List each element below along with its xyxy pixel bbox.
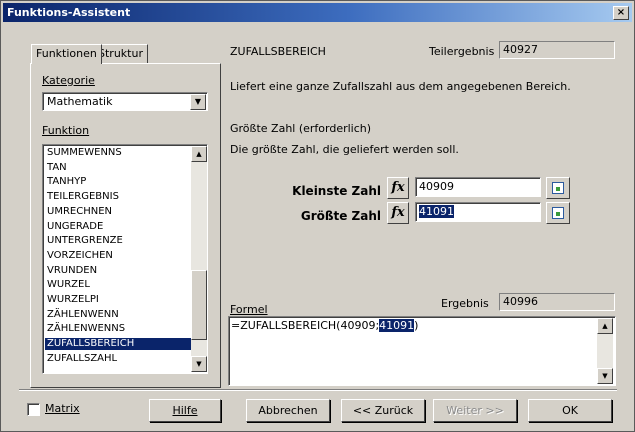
functions-tab-panel: Kategorie Mathematik ▼ Funktion SUMMEWEN…	[30, 63, 221, 388]
list-item[interactable]: WURZEL	[45, 279, 207, 291]
list-item[interactable]: VRUNDEN	[45, 265, 207, 277]
shrink-icon	[552, 182, 564, 194]
list-item[interactable]: UNTERGRENZE	[45, 235, 207, 247]
formula-suffix: )	[414, 319, 419, 332]
function-name: ZUFALLSBEREICH	[230, 45, 326, 58]
function-description: Liefert eine ganze Zufallszahl aus dem a…	[230, 80, 571, 93]
category-dropdown[interactable]: Mathematik ▼	[42, 92, 208, 111]
formula-prefix: =ZUFALLSBEREICH(40909;	[231, 319, 380, 332]
argument-input-max[interactable]: 41091	[415, 202, 541, 222]
partial-result-field: 40927	[499, 41, 615, 59]
scroll-up-icon[interactable]: ▲	[191, 146, 207, 162]
back-button[interactable]: << Zurück	[341, 399, 425, 422]
scroll-down-icon[interactable]: ▼	[597, 368, 613, 384]
list-item[interactable]: SUMMEWENNS	[45, 147, 207, 159]
fx-button-max[interactable]: fx	[387, 202, 409, 224]
formula-text: =ZUFALLSBEREICH(40909;41091)	[231, 319, 418, 332]
argument-label-min: Kleinste Zahl	[292, 184, 381, 198]
list-item[interactable]: VORZEICHEN	[45, 250, 207, 262]
title-bar: Funktions-Assistent ×	[3, 3, 632, 22]
chevron-down-icon[interactable]: ▼	[190, 94, 206, 110]
formula-selected: 41091	[379, 319, 415, 332]
matrix-label: Matrix	[45, 402, 80, 415]
divider	[19, 389, 617, 391]
list-item[interactable]: ZUFALLSZAHL	[45, 353, 207, 365]
argument-input-min[interactable]: 40909	[415, 177, 541, 197]
result-field: 40996	[499, 293, 615, 311]
argument-label-max: Größte Zahl	[300, 209, 381, 223]
category-label: Kategorie	[42, 74, 95, 87]
shrink-button-min[interactable]	[546, 177, 570, 199]
result-label: Ergebnis	[441, 297, 489, 310]
formula-scrollbar[interactable]: ▲ ▼	[597, 318, 613, 384]
list-item[interactable]: ZÄHLENWENNS	[45, 323, 207, 335]
window-title: Funktions-Assistent	[7, 6, 131, 19]
cancel-button[interactable]: Abbrechen	[246, 399, 330, 422]
tab-functions[interactable]: Funktionen	[31, 44, 102, 64]
list-item[interactable]: UNGERADE	[45, 221, 207, 233]
ok-button[interactable]: OK	[528, 399, 612, 422]
matrix-checkbox[interactable]	[27, 403, 40, 416]
shrink-icon	[552, 207, 564, 219]
argument-description: Die größte Zahl, die geliefert werden so…	[230, 143, 459, 156]
formula-editor[interactable]: =ZUFALLSBEREICH(40909;41091) ▲ ▼	[228, 316, 616, 386]
list-item[interactable]: TANHYP	[45, 176, 207, 188]
scroll-up-icon[interactable]: ▲	[597, 318, 613, 334]
category-value: Mathematik	[47, 95, 113, 108]
shrink-button-max[interactable]	[546, 202, 570, 224]
function-list-scrollbar[interactable]: ▲ ▼	[191, 146, 207, 372]
partial-result-label: Teilergebnis	[429, 45, 495, 58]
list-item[interactable]: ZUFALLSBEREICH	[45, 338, 207, 351]
list-item[interactable]: UMRECHNEN	[45, 206, 207, 218]
close-button[interactable]: ×	[613, 6, 629, 20]
fx-button-min[interactable]: fx	[387, 177, 409, 199]
list-item[interactable]: TEILERGEBNIS	[45, 191, 207, 203]
scroll-thumb[interactable]	[191, 270, 207, 340]
argument-input-max-value: 41091	[419, 205, 454, 218]
function-wizard-dialog: Funktions-Assistent × Funktionen Struktu…	[0, 0, 635, 432]
scroll-down-icon[interactable]: ▼	[191, 356, 207, 372]
list-item[interactable]: TAN	[45, 162, 207, 174]
help-button[interactable]: Hilfe	[149, 399, 221, 422]
list-item[interactable]: ZÄHLENWENN	[45, 309, 207, 321]
argument-title: Größte Zahl (erforderlich)	[230, 122, 372, 135]
list-item[interactable]: WURZELPI	[45, 294, 207, 306]
function-list[interactable]: SUMMEWENNS TAN TANHYP TEILERGEBNIS UMRECHNEN…	[42, 144, 208, 374]
next-button[interactable]: Weiter >>	[433, 399, 517, 422]
function-label: Funktion	[42, 124, 90, 137]
formula-label: Formel	[230, 303, 268, 316]
